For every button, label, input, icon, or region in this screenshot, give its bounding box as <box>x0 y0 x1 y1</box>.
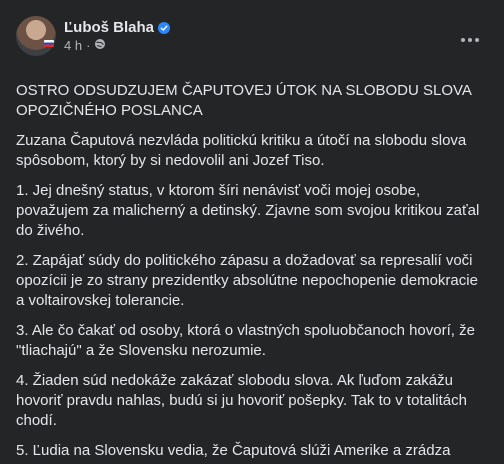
verified-badge-icon <box>158 21 171 34</box>
post-timestamp[interactable]: 4 h <box>64 38 82 53</box>
post-paragraph: 3. Ale čo čakať od osoby, ktorá o vlastn… <box>16 322 475 359</box>
post-paragraph: 1. Jej dnešný status, v ktorom šíri nená… <box>16 182 480 239</box>
author-avatar[interactable] <box>16 16 56 56</box>
post-header: Ľuboš Blaha 4 h · <box>16 12 488 60</box>
meta-separator: · <box>86 38 91 53</box>
post-paragraph: 2. Zapájať súdy do politického zápasu a … <box>16 252 478 309</box>
timestamp-row: 4 h · <box>64 38 170 53</box>
post-headline: OSTRO ODSUDZUJEM ČAPUTOVEJ ÚTOK NA SLOBO… <box>16 82 472 119</box>
post-paragraph: Zuzana Čaputová nezvláda politickú kriti… <box>16 132 467 169</box>
post-meta: Ľuboš Blaha 4 h · <box>64 19 171 53</box>
globe-icon[interactable] <box>94 38 106 53</box>
post-content: OSTRO ODSUDZUJEM ČAPUTOVEJ ÚTOK NA SLOBO… <box>16 81 488 464</box>
facebook-post: Ľuboš Blaha 4 h · OSTRO ODSUDZUJEM ČAPUT… <box>0 0 504 464</box>
post-paragraph: 4. Žiaden súd nedokáže zakázať slobodu s… <box>16 372 467 429</box>
more-options-icon[interactable] <box>452 22 488 58</box>
author-row: Ľuboš Blaha <box>64 19 171 36</box>
post-paragraph: 5. Ľudia na Slovensku vedia, že Čaputová… <box>16 442 451 464</box>
slovak-flag-icon <box>44 40 54 47</box>
author-name[interactable]: Ľuboš Blaha <box>64 19 154 36</box>
